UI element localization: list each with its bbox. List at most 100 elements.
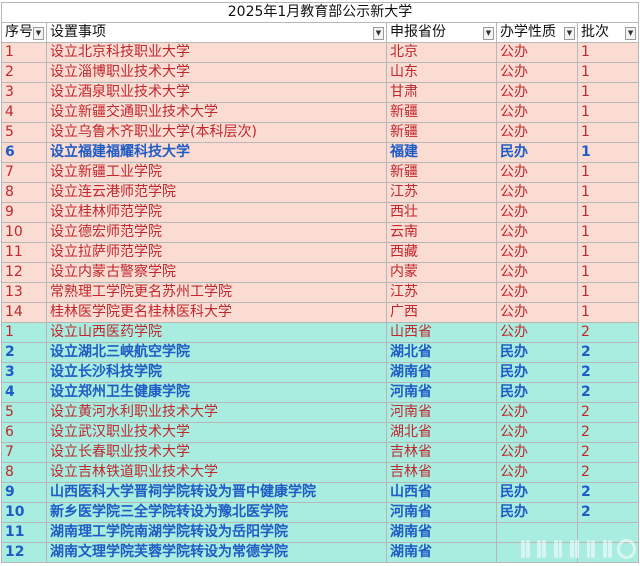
header-type[interactable]: 办学性质 ▼ — [496, 22, 578, 43]
cell-province[interactable]: 吉林省 — [386, 442, 497, 463]
cell-batch[interactable]: 1 — [576, 182, 640, 203]
cell-batch[interactable]: 2 — [576, 362, 640, 383]
header-item[interactable]: 设置事项 ▼ — [46, 22, 387, 43]
cell-province[interactable]: 新疆 — [386, 162, 497, 183]
cell-batch[interactable]: 2 — [576, 422, 640, 443]
cell-province[interactable]: 湖南省 — [386, 522, 497, 543]
cell-batch[interactable]: 1 — [576, 142, 640, 163]
cell-province[interactable]: 山西省 — [386, 482, 497, 503]
cell-no[interactable]: 11 — [1, 522, 47, 543]
cell-no[interactable]: 2 — [1, 62, 47, 83]
cell-no[interactable]: 9 — [1, 482, 47, 503]
cell-province[interactable]: 河南省 — [386, 382, 497, 403]
cell-item[interactable]: 设立福建福耀科技大学 — [46, 142, 387, 163]
cell-province[interactable]: 内蒙 — [386, 262, 497, 283]
header-province[interactable]: 申报省份 ▼ — [386, 22, 497, 43]
cell-batch[interactable]: 1 — [576, 62, 640, 83]
filter-dropdown-icon[interactable]: ▼ — [33, 27, 44, 40]
cell-province[interactable]: 江苏 — [386, 182, 497, 203]
cell-no[interactable]: 3 — [1, 82, 47, 103]
cell-province[interactable]: 河南省 — [386, 402, 497, 423]
cell-no[interactable]: 6 — [1, 142, 47, 163]
cell-item[interactable]: 山西医科大学晋祠学院转设为晋中健康学院 — [46, 482, 387, 503]
cell-province[interactable]: 西壮 — [386, 202, 497, 223]
cell-province[interactable]: 新疆 — [386, 102, 497, 123]
cell-batch[interactable]: 2 — [576, 402, 640, 423]
cell-province[interactable]: 云南 — [386, 222, 497, 243]
cell-no[interactable]: 14 — [1, 302, 47, 323]
cell-item[interactable]: 设立连云港师范学院 — [46, 182, 387, 203]
cell-province[interactable]: 广西 — [386, 302, 497, 323]
cell-batch[interactable]: 1 — [576, 222, 640, 243]
filter-dropdown-icon[interactable]: ▼ — [373, 27, 384, 40]
cell-item[interactable]: 新乡医学院三全学院转设为豫北医学院 — [46, 502, 387, 523]
cell-type[interactable]: 民办 — [496, 342, 578, 363]
cell-type[interactable]: 民办 — [496, 502, 578, 523]
cell-province[interactable]: 北京 — [386, 42, 497, 63]
cell-no[interactable]: 8 — [1, 182, 47, 203]
cell-batch[interactable]: 2 — [576, 382, 640, 403]
sheet-title[interactable]: 2025年1月教育部公示新大学 — [0, 2, 640, 23]
cell-type[interactable]: 公办 — [496, 62, 578, 83]
cell-batch[interactable]: 2 — [576, 462, 640, 483]
cell-no[interactable]: 3 — [1, 362, 47, 383]
cell-type[interactable]: 公办 — [496, 222, 578, 243]
cell-item[interactable]: 设立黄河水利职业技术大学 — [46, 402, 387, 423]
cell-no[interactable]: 4 — [1, 382, 47, 403]
header-batch[interactable]: 批次 ▼ — [576, 22, 640, 43]
cell-type[interactable]: 公办 — [496, 182, 578, 203]
cell-no[interactable]: 12 — [1, 542, 47, 563]
cell-batch[interactable]: 1 — [576, 282, 640, 303]
cell-province[interactable]: 湖南省 — [386, 362, 497, 383]
cell-item[interactable]: 设立长春职业技术大学 — [46, 442, 387, 463]
cell-type[interactable]: 公办 — [496, 262, 578, 283]
cell-province[interactable]: 吉林省 — [386, 462, 497, 483]
cell-batch[interactable]: 2 — [576, 502, 640, 523]
cell-province[interactable]: 湖南省 — [386, 542, 497, 563]
cell-province[interactable]: 河南省 — [386, 502, 497, 523]
cell-type[interactable]: 公办 — [496, 82, 578, 103]
cell-no[interactable]: 7 — [1, 442, 47, 463]
cell-no[interactable]: 8 — [1, 462, 47, 483]
cell-province[interactable]: 山西省 — [386, 322, 497, 343]
cell-item[interactable]: 设立湖北三峡航空学院 — [46, 342, 387, 363]
cell-no[interactable]: 5 — [1, 122, 47, 143]
cell-batch[interactable]: 2 — [576, 482, 640, 503]
cell-type[interactable]: 公办 — [496, 422, 578, 443]
cell-batch[interactable]: 1 — [576, 202, 640, 223]
cell-item[interactable]: 设立乌鲁木齐职业大学(本科层次) — [46, 122, 387, 143]
cell-item[interactable]: 设立淄博职业技术大学 — [46, 62, 387, 83]
filter-dropdown-icon[interactable]: ▼ — [483, 27, 494, 40]
cell-province[interactable]: 湖北省 — [386, 422, 497, 443]
cell-item[interactable]: 设立内蒙古警察学院 — [46, 262, 387, 283]
cell-type[interactable]: 民办 — [496, 482, 578, 503]
cell-batch[interactable]: 1 — [576, 122, 640, 143]
cell-no[interactable]: 4 — [1, 102, 47, 123]
filter-dropdown-icon[interactable]: ▼ — [564, 27, 575, 40]
cell-province[interactable]: 西藏 — [386, 242, 497, 263]
cell-batch[interactable]: 2 — [576, 342, 640, 363]
cell-no[interactable]: 11 — [1, 242, 47, 263]
cell-type[interactable]: 公办 — [496, 102, 578, 123]
cell-type[interactable]: 公办 — [496, 122, 578, 143]
cell-batch[interactable]: 1 — [576, 262, 640, 283]
cell-type[interactable]: 民办 — [496, 382, 578, 403]
cell-type[interactable]: 公办 — [496, 402, 578, 423]
cell-type[interactable]: 公办 — [496, 282, 578, 303]
cell-no[interactable]: 12 — [1, 262, 47, 283]
cell-no[interactable]: 9 — [1, 202, 47, 223]
cell-item[interactable]: 设立酒泉职业技术大学 — [46, 82, 387, 103]
cell-province[interactable]: 新疆 — [386, 122, 497, 143]
cell-item[interactable]: 设立郑州卫生健康学院 — [46, 382, 387, 403]
cell-province[interactable]: 湖北省 — [386, 342, 497, 363]
cell-item[interactable]: 设立北京科技职业大学 — [46, 42, 387, 63]
cell-province[interactable]: 江苏 — [386, 282, 497, 303]
cell-batch[interactable]: 1 — [576, 162, 640, 183]
cell-province[interactable]: 甘肃 — [386, 82, 497, 103]
cell-type[interactable]: 公办 — [496, 202, 578, 223]
cell-item[interactable]: 设立新疆交通职业技术大学 — [46, 102, 387, 123]
cell-type[interactable]: 公办 — [496, 442, 578, 463]
cell-batch[interactable]: 2 — [576, 322, 640, 343]
cell-type[interactable]: 民办 — [496, 142, 578, 163]
cell-batch[interactable]: 1 — [576, 82, 640, 103]
